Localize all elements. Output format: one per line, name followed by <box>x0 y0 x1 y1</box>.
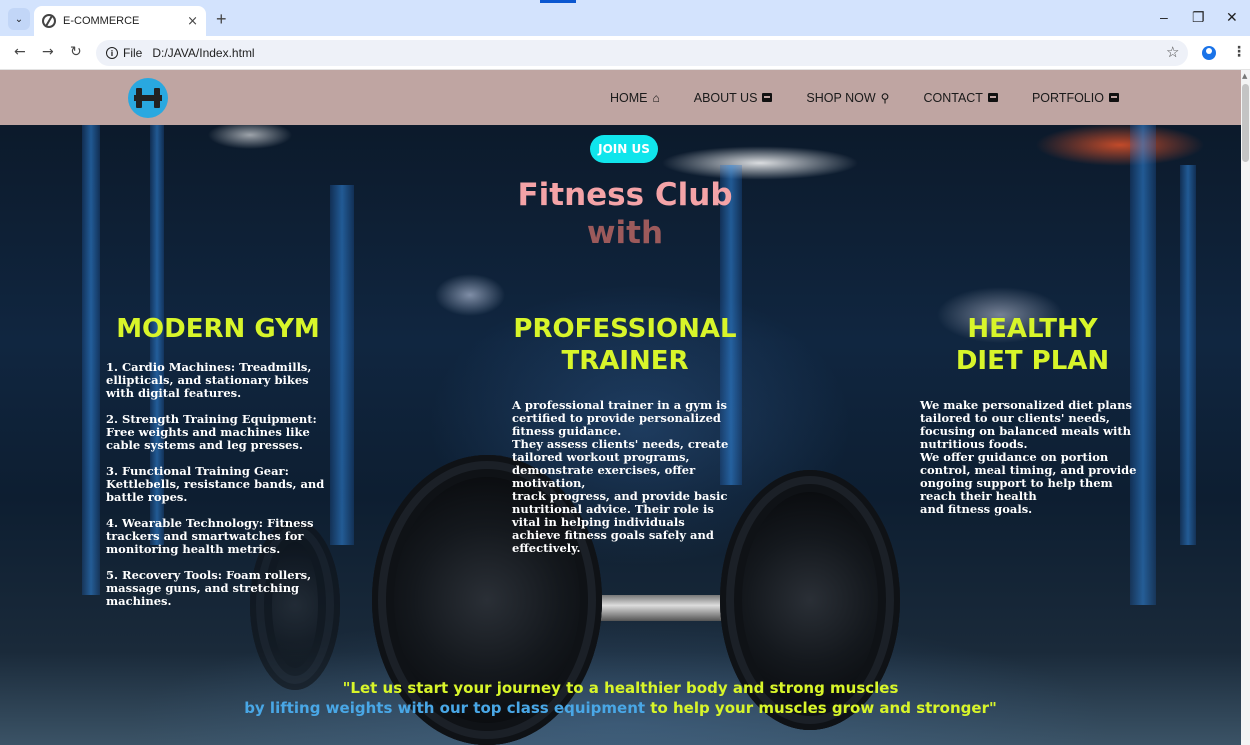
hero-subtitle: with <box>586 215 664 251</box>
profile-icon[interactable] <box>1202 46 1216 60</box>
list-item: 4. Wearable Technology: Fitness trackers… <box>106 516 314 556</box>
scroll-thumb[interactable] <box>1242 84 1249 162</box>
reload-icon[interactable]: ↻ <box>70 44 82 60</box>
nav-links: HOME ⌂ ABOUT US SHOP NOW ⚲ CONTACT PORTF… <box>610 70 1119 125</box>
globe-icon <box>42 14 56 28</box>
tab-close-icon[interactable]: × <box>187 14 198 29</box>
professional-trainer-text: A professional trainer in a gym is certi… <box>512 399 734 555</box>
site-navbar: HOME ⌂ ABOUT US SHOP NOW ⚲ CONTACT PORTF… <box>0 70 1241 125</box>
paragraph-line: A professional trainer in a gym is certi… <box>512 398 727 438</box>
heading-line: PROFESSIONAL <box>513 314 737 344</box>
nav-contact[interactable]: CONTACT <box>923 91 998 105</box>
paragraph-line: and fitness goals. <box>920 502 1033 516</box>
quote-part-a: by lifting weights with our top class eq… <box>244 699 646 717</box>
more-menu-icon[interactable]: ⋮ <box>1232 44 1246 60</box>
back-icon[interactable]: ← <box>14 44 26 60</box>
browser-tabstrip: ⌄ E-COMMERCE × + – ❐ ✕ <box>0 0 1250 36</box>
portfolio-card-icon <box>1108 93 1119 102</box>
quote-line-2: by lifting weights with our top class eq… <box>0 698 1241 718</box>
heading-line: DIET PLAN <box>955 346 1110 376</box>
close-window-button[interactable]: ✕ <box>1226 9 1238 26</box>
browser-tab[interactable]: E-COMMERCE × <box>34 6 206 36</box>
nav-home-label: HOME <box>610 90 648 105</box>
tab-title: E-COMMERCE <box>63 15 140 27</box>
list-item: 3. Functional Training Gear: Kettlebells… <box>106 464 325 504</box>
scroll-up-icon[interactable]: ▲ <box>1242 72 1247 80</box>
professional-trainer-heading: PROFESSIONAL TRAINER <box>490 313 760 377</box>
healthy-diet-text: We make personalized diet plans tailored… <box>920 399 1150 516</box>
dumbbell-logo-icon[interactable] <box>128 78 168 118</box>
paragraph-line: They assess clients' needs, create tailo… <box>512 437 729 490</box>
paragraph-line: track progress, and provide basic nutrit… <box>512 489 728 555</box>
nav-about-label: ABOUT US <box>693 90 758 105</box>
url-text[interactable]: D:/JAVA/Index.html <box>152 46 254 60</box>
background-light-pillar <box>82 125 100 595</box>
paragraph-line: We offer guidance on portion control, me… <box>920 450 1137 503</box>
nav-home[interactable]: HOME ⌂ <box>610 91 660 105</box>
list-item: 1. Cardio Machines: Treadmills, elliptic… <box>106 360 312 400</box>
contact-card-icon <box>987 93 998 102</box>
quote-line-1: "Let us start your journey to a healthie… <box>342 679 899 697</box>
modern-gym-list: 1. Cardio Machines: Treadmills, elliptic… <box>106 361 336 608</box>
nav-contact-label: CONTACT <box>923 90 983 105</box>
page-scrollbar[interactable]: ▲ <box>1241 70 1250 745</box>
background-light-pillar <box>1180 165 1196 545</box>
tab-search-icon[interactable]: ⌄ <box>8 8 30 30</box>
modern-gym-heading: MODERN GYM <box>116 314 320 344</box>
quote-part-b: to help your muscles grow and stronger" <box>645 699 997 717</box>
address-bar[interactable]: i File D:/JAVA/Index.html <box>96 40 1188 66</box>
minimize-button[interactable]: – <box>1160 9 1168 25</box>
heading-line: HEALTHY <box>967 314 1098 344</box>
paragraph-line: We make personalized diet plans tailored… <box>920 398 1132 451</box>
hero-title: Fitness Club <box>517 177 733 213</box>
card-icon <box>762 93 773 102</box>
nav-about[interactable]: ABOUT US <box>694 91 773 105</box>
hero-section: JOIN US Fitness Club with MODERN GYM 1. … <box>0 125 1241 745</box>
search-icon: ⚲ <box>880 90 890 105</box>
info-icon[interactable]: i <box>106 47 118 59</box>
heading-line: TRAINER <box>561 346 689 376</box>
file-label: File <box>123 46 143 60</box>
nav-shop-label: SHOP NOW <box>806 90 876 105</box>
join-us-button[interactable]: JOIN US <box>590 135 658 163</box>
nav-shop[interactable]: SHOP NOW ⚲ <box>806 91 889 105</box>
new-tab-button[interactable]: + <box>216 9 227 30</box>
list-item: 2. Strength Training Equipment: Free wei… <box>106 412 317 452</box>
bookmark-star-icon[interactable]: ☆ <box>1166 43 1179 61</box>
tabstrip-highlight <box>540 0 576 3</box>
nav-portfolio-label: PORTFOLIO <box>1031 90 1104 105</box>
forward-icon[interactable]: → <box>42 44 54 60</box>
browser-toolbar: ← → ↻ i File D:/JAVA/Index.html ☆ ⋮ <box>0 36 1250 70</box>
list-item: 5. Recovery Tools: Foam rollers, massage… <box>106 568 312 608</box>
page-viewport: HOME ⌂ ABOUT US SHOP NOW ⚲ CONTACT PORTF… <box>0 70 1250 745</box>
home-icon: ⌂ <box>652 90 660 105</box>
restore-button[interactable]: ❐ <box>1192 9 1205 26</box>
nav-portfolio[interactable]: PORTFOLIO <box>1032 91 1119 105</box>
healthy-diet-heading: HEALTHY DIET PLAN <box>915 313 1150 377</box>
